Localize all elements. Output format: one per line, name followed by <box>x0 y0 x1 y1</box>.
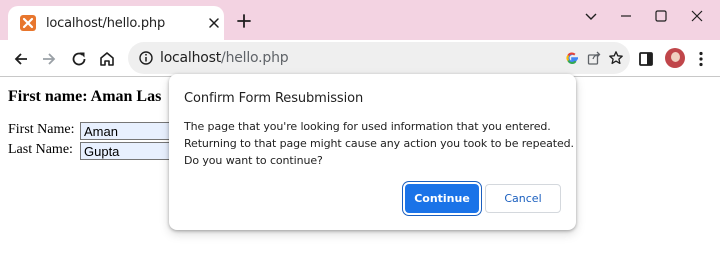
home-icon[interactable] <box>98 50 116 68</box>
menu-kebab-icon[interactable] <box>692 50 710 68</box>
last-name-label: Last Name: <box>8 142 73 157</box>
address-bar[interactable]: localhost/hello.php <box>128 42 630 74</box>
cancel-button[interactable]: Cancel <box>485 184 561 213</box>
dialog-message-line: Returning to that page might cause any a… <box>184 137 574 150</box>
tab-strip: localhost/hello.php <box>0 0 720 40</box>
tab-hello-php[interactable]: localhost/hello.php <box>8 6 224 40</box>
new-tab-icon[interactable] <box>236 13 252 29</box>
side-panel-icon[interactable] <box>637 50 655 68</box>
bookmark-star-icon[interactable] <box>608 50 624 66</box>
last-name-row: Last Name: <box>8 142 190 160</box>
dialog-message-line: Do you want to continue? <box>184 154 323 167</box>
share-icon[interactable] <box>586 50 602 66</box>
profile-avatar[interactable] <box>665 48 685 68</box>
site-info-icon[interactable] <box>138 50 154 66</box>
google-icon[interactable] <box>564 50 580 66</box>
maximize-icon[interactable] <box>653 8 669 24</box>
url-host: localhost <box>160 50 222 66</box>
dialog-message: The page that you're looking for used in… <box>184 118 574 169</box>
first-name-label: First Name: <box>8 122 75 137</box>
xampp-icon <box>20 15 36 31</box>
url-path: /hello.php <box>221 50 289 66</box>
first-name-row: First Name: <box>8 122 190 140</box>
url-text[interactable]: localhost/hello.php <box>160 50 289 66</box>
page-heading: First name: Aman Las <box>8 88 162 105</box>
minimize-icon[interactable] <box>618 8 634 24</box>
dialog-message-line: The page that you're looking for used in… <box>184 120 551 133</box>
continue-button[interactable]: Continue <box>405 184 479 213</box>
tab-title: localhost/hello.php <box>46 16 165 31</box>
forward-arrow-icon[interactable] <box>40 50 58 68</box>
close-window-icon[interactable] <box>689 8 705 24</box>
tab-search-chevron-icon[interactable] <box>583 8 599 24</box>
avatar-face <box>671 52 680 62</box>
confirm-resubmission-dialog: Confirm Form Resubmission The page that … <box>169 74 576 230</box>
reload-icon[interactable] <box>70 50 88 68</box>
tab-close-icon[interactable] <box>208 17 220 29</box>
dialog-title: Confirm Form Resubmission <box>184 91 364 106</box>
back-arrow-icon[interactable] <box>12 50 30 68</box>
